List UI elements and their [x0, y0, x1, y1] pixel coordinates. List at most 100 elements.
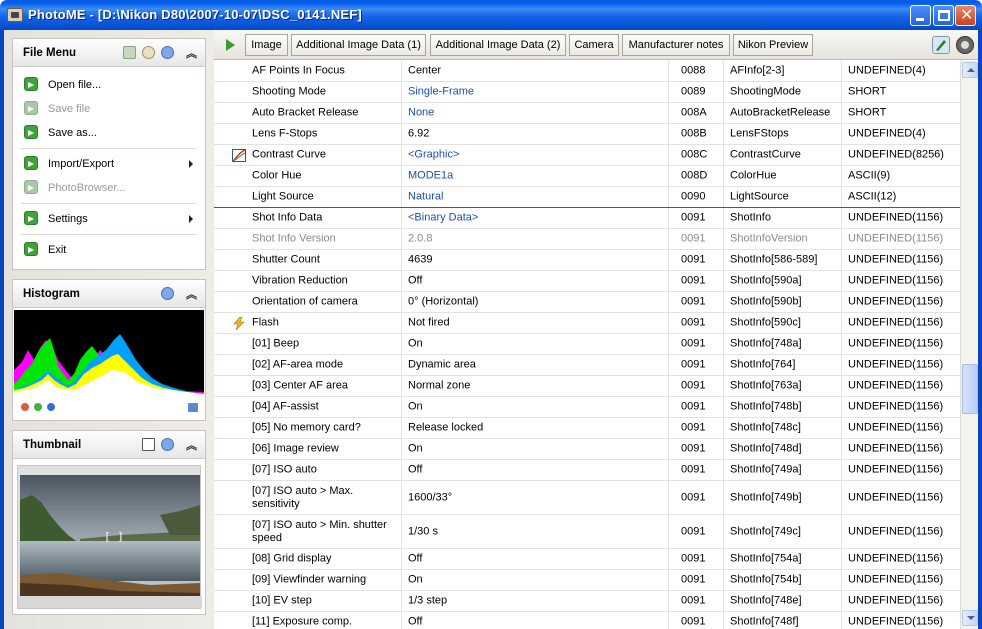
tab-image[interactable]: Image — [245, 34, 288, 56]
row-type-text: UNDEFINED(4) — [848, 127, 926, 140]
table-row[interactable]: Light Source Natural 0090 LightSource ASCII(… — [214, 187, 960, 208]
help-icon[interactable] — [161, 46, 174, 59]
table-row[interactable]: Shot Info Version 2.0.8 0091 ShotInfoVersio… — [214, 229, 960, 250]
channel-selector — [21, 402, 60, 414]
row-tag-cell: 0091 — [668, 549, 723, 569]
row-name-cell: Flash — [252, 313, 400, 333]
table-row[interactable]: [07] ISO auto > Max. sensitivity 1600/33°… — [214, 481, 960, 515]
green-arrow-icon[interactable] — [226, 39, 235, 51]
maximize-button[interactable] — [933, 5, 954, 26]
row-name-cell: [10] EV step — [252, 591, 400, 611]
menu-photobrowser[interactable]: PhotoBrowser... — [13, 176, 205, 200]
row-type-cell: UNDEFINED(1156) — [841, 612, 960, 629]
row-type-cell: UNDEFINED(8256) — [841, 145, 960, 165]
menu-open-file[interactable]: Open file... — [13, 73, 205, 97]
vertical-scrollbar[interactable] — [960, 61, 978, 629]
table-row[interactable]: Orientation of camera 0° (Horizontal) 0091… — [214, 292, 960, 313]
table-row[interactable]: Auto Bracket Release None 008A AutoBracketR… — [214, 103, 960, 124]
menu-settings[interactable]: Settings — [13, 207, 205, 231]
red-channel-icon[interactable] — [21, 403, 29, 411]
row-tag-text: 0091 — [681, 525, 706, 537]
table-row[interactable]: Contrast Curve <Graphic> 008C ContrastCurve… — [214, 145, 960, 166]
tab-manufacturer-notes[interactable]: Manufacturer notes — [622, 34, 730, 56]
row-value-text: 2.0.8 — [408, 232, 433, 245]
menu-exit[interactable]: Exit — [13, 238, 205, 262]
thumbnail-header[interactable]: Thumbnail ︽ — [13, 431, 205, 459]
row-field-text: ShotInfo[748d] — [730, 442, 802, 455]
row-type-text: UNDEFINED(1156) — [848, 442, 944, 455]
table-row[interactable]: [03] Center AF area Normal zone 0091 ShotIn… — [214, 376, 960, 397]
row-tag-cell: 0091 — [668, 355, 723, 375]
histogram-header[interactable]: Histogram ︽ — [13, 280, 205, 308]
table-row[interactable]: Shot Info Data <Binary Data> 0091 ShotInfo U… — [214, 208, 960, 229]
table-row[interactable]: [10] EV step 1/3 step 0091 ShotInfo[748e] UN… — [214, 591, 960, 612]
blue-channel-icon[interactable] — [47, 403, 55, 411]
help-icon[interactable] — [161, 287, 174, 300]
green-channel-icon[interactable] — [34, 403, 42, 411]
row-tag-text: 0091 — [681, 463, 706, 476]
menu-import-export[interactable]: Import/Export — [13, 152, 205, 176]
histogram-options-icon[interactable] — [188, 403, 198, 412]
minimize-button[interactable] — [910, 5, 931, 26]
row-value-text: 1/3 step — [408, 594, 448, 607]
menu-save-as[interactable]: Save as... — [13, 121, 205, 145]
table-row[interactable]: Shutter Count 4639 0091 ShotInfo[586-589] UN… — [214, 250, 960, 271]
scrollbar-thumb[interactable] — [962, 364, 978, 414]
row-tag-cell: 008B — [668, 124, 723, 144]
menu-label: PhotoBrowser... — [48, 182, 126, 194]
table-row[interactable]: Color Hue MODE1a 008D ColorHue ASCII(9) — [214, 166, 960, 187]
table-row[interactable]: Lens F-Stops 6.92 008B LensFStops UNDEFINED(… — [214, 124, 960, 145]
table-row[interactable]: Vibration Reduction Off 0091 ShotInfo[590a]… — [214, 271, 960, 292]
menu-label: Open file... — [48, 79, 102, 91]
file-menu-header[interactable]: File Menu ︽ — [13, 39, 205, 67]
table-row[interactable]: [09] Viewfinder warning On 0091 ShotInfo[75… — [214, 570, 960, 591]
help-icon[interactable] — [161, 438, 174, 451]
row-tag-text: 0091 — [681, 573, 706, 586]
table-row[interactable]: [11] Exposure comp. Off 0091 ShotInfo[748f]… — [214, 612, 960, 629]
settings-lens-icon[interactable] — [956, 36, 974, 54]
tab-camera[interactable]: Camera — [569, 34, 619, 56]
scroll-down-button[interactable] — [962, 610, 978, 626]
search-icon[interactable] — [142, 46, 155, 59]
collapse-chevron-icon[interactable]: ︽ — [186, 45, 197, 61]
tab-nikon-preview[interactable]: Nikon Preview — [733, 34, 813, 56]
table-row[interactable]: [02] AF-area mode Dynamic area 0091 ShotInf… — [214, 355, 960, 376]
table-row[interactable]: [08] Grid display Off 0091 ShotInfo[754a] UN… — [214, 549, 960, 570]
edit-pen-icon[interactable] — [932, 36, 950, 54]
tab-additional-image-data-1[interactable]: Additional Image Data (1) — [291, 34, 426, 56]
table-row[interactable]: AF Points In Focus Center 0088 AFInfo[2-3] U… — [214, 61, 960, 82]
row-field-text: ShotInfo[590b] — [730, 295, 802, 308]
row-name-text: Shot Info Version — [252, 232, 336, 245]
app-camera-icon[interactable] — [7, 8, 23, 22]
row-field-text: ShotInfo[763a] — [730, 379, 802, 392]
table-row[interactable]: [06] Image review On 0091 ShotInfo[748d] UND… — [214, 439, 960, 460]
row-value-cell: <Graphic> — [401, 145, 667, 165]
table-row[interactable]: [07] ISO auto Off 0091 ShotInfo[749a] UNDEFI… — [214, 460, 960, 481]
collapse-chevron-icon[interactable]: ︽ — [186, 437, 197, 453]
window-title: PhotoME - [D:\Nikon D80\2007-10-07\DSC_0… — [28, 7, 362, 22]
table-row[interactable]: Flash Not fired 0091 ShotInfo[590c] UNDEFINE… — [214, 313, 960, 334]
row-type-cell: SHORT — [841, 103, 960, 123]
row-tag-cell: 0091 — [668, 334, 723, 354]
row-name-text: [01] Beep — [252, 337, 300, 350]
table-row[interactable]: [07] ISO auto > Min. shutter speed 1/30 s… — [214, 515, 960, 549]
row-type-cell: UNDEFINED(4) — [841, 61, 960, 81]
row-value-cell: 2.0.8 — [401, 229, 667, 249]
table-row[interactable]: [04] AF-assist On 0091 ShotInfo[748b] UNDEFI… — [214, 397, 960, 418]
collapse-chevron-icon[interactable]: ︽ — [186, 286, 197, 302]
menu-save-file[interactable]: Save file — [13, 97, 205, 121]
new-icon[interactable] — [123, 46, 136, 59]
row-type-cell: UNDEFINED(1156) — [841, 439, 960, 459]
scroll-up-button[interactable] — [962, 62, 978, 78]
close-button[interactable]: ✕ — [955, 5, 976, 26]
green-arrow-icon — [24, 242, 38, 256]
row-name-cell: [06] Image review — [252, 439, 400, 459]
fit-frame-icon[interactable] — [142, 438, 155, 451]
thumbnail-scrollbar[interactable] — [18, 596, 202, 608]
table-row[interactable]: [05] No memory card? Release locked 0091 Sh… — [214, 418, 960, 439]
row-value-text: On — [408, 400, 423, 413]
table-row[interactable]: [01] Beep On 0091 ShotInfo[748a] UNDEFINED(1… — [214, 334, 960, 355]
table-row[interactable]: Shooting Mode Single-Frame 0089 ShootingMod… — [214, 82, 960, 103]
tab-additional-image-data-2[interactable]: Additional Image Data (2) — [430, 34, 566, 56]
row-name-text: [02] AF-area mode — [252, 358, 344, 371]
